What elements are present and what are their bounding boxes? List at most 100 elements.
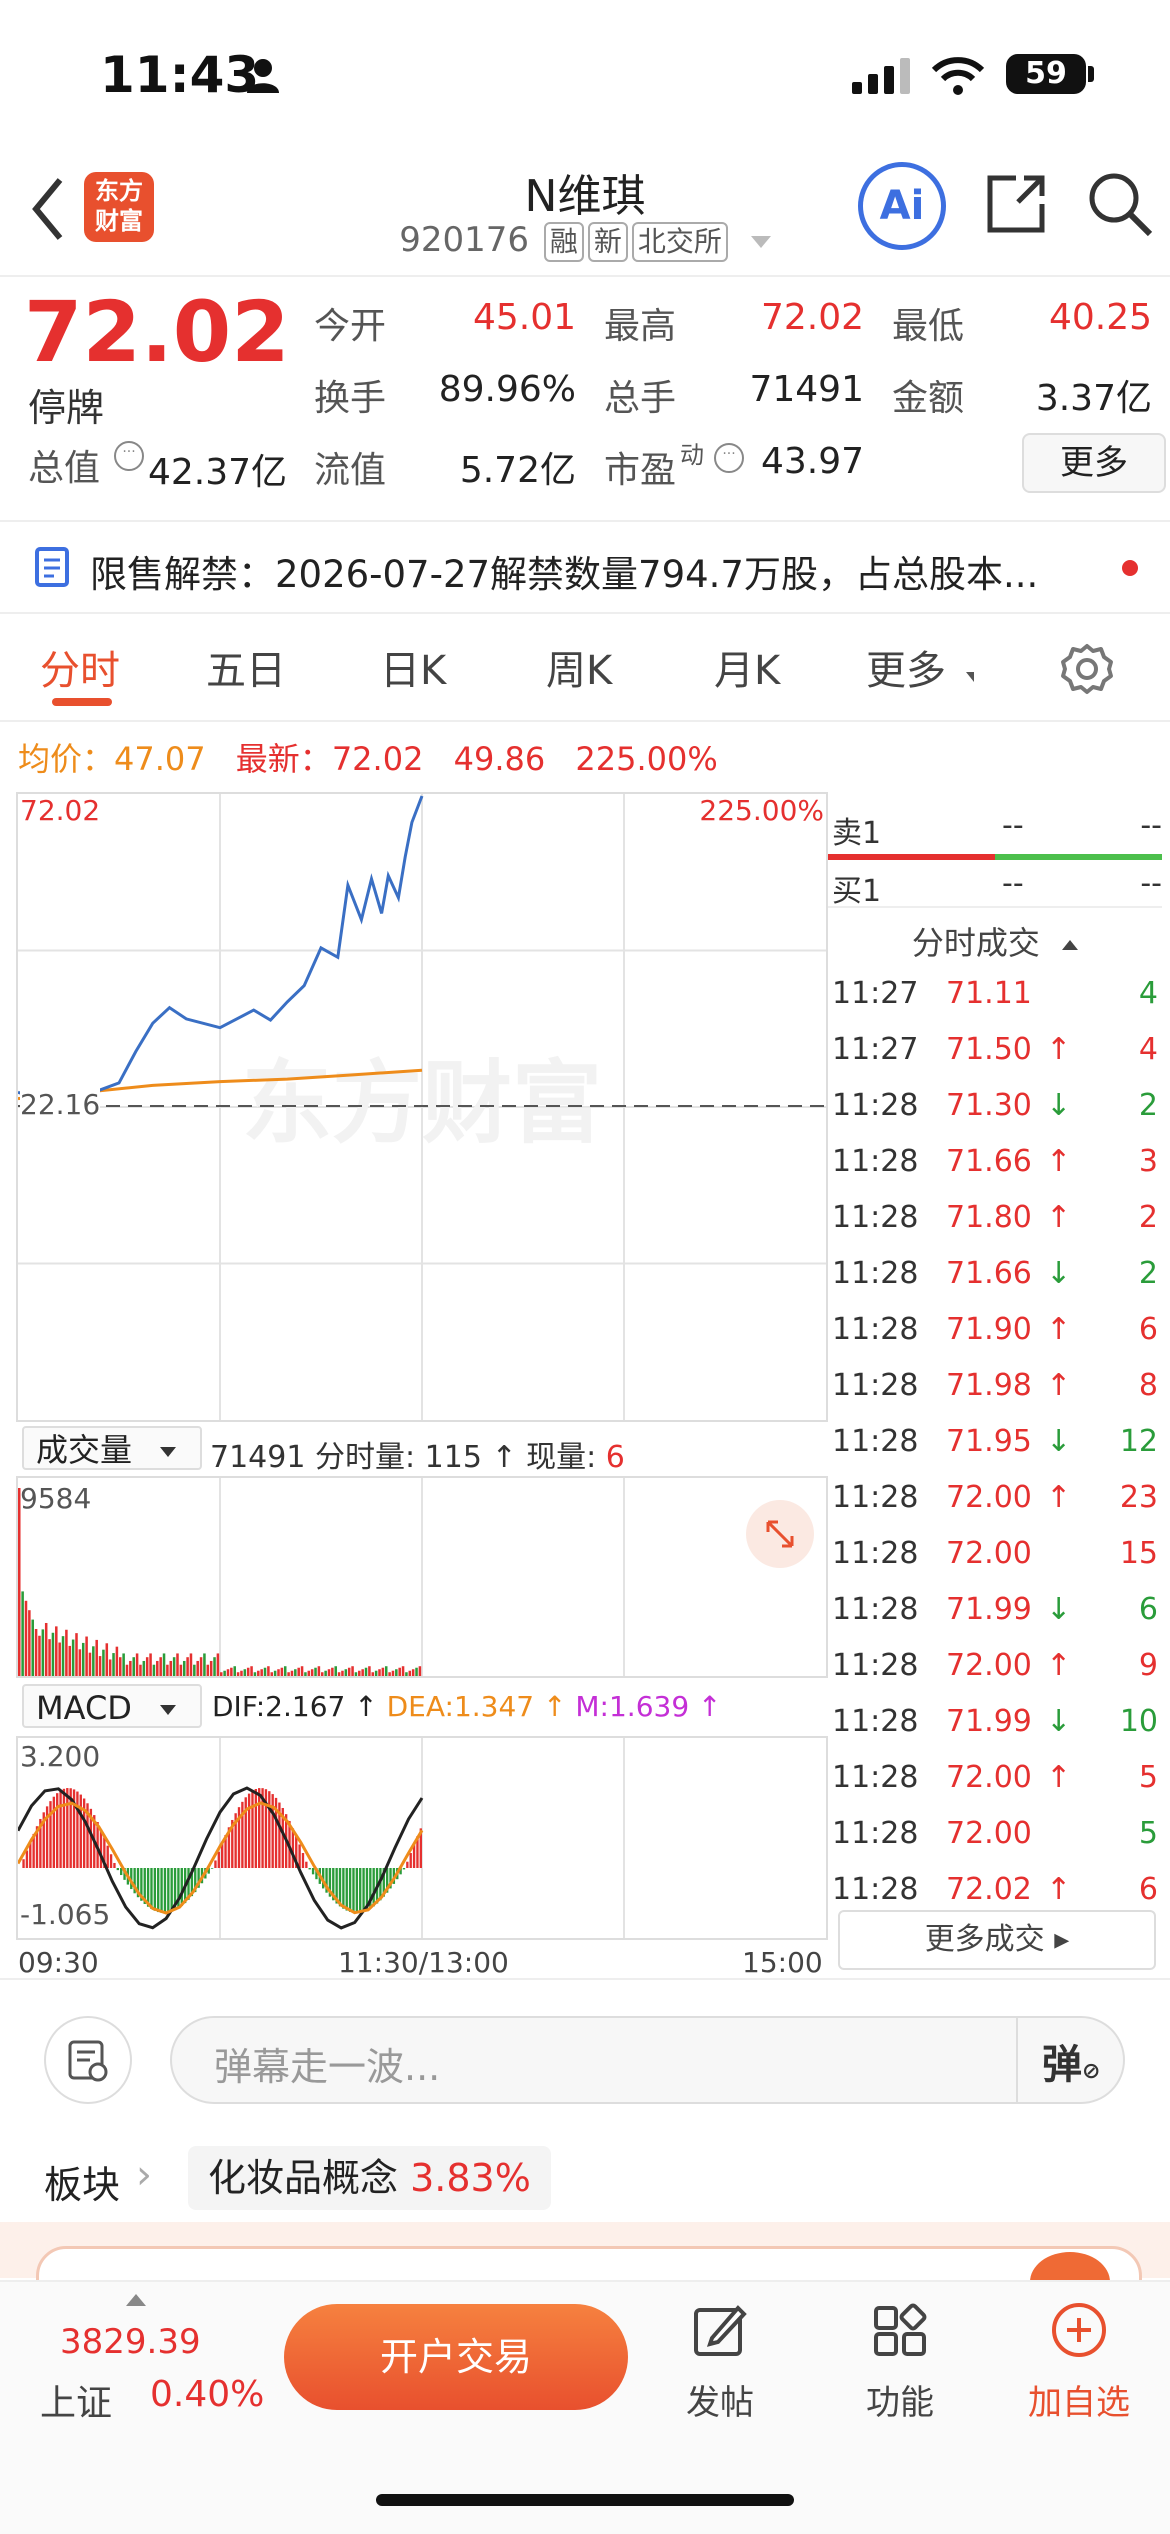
home-indicator xyxy=(376,2494,794,2506)
x-tick-end: 15:00 xyxy=(742,1946,823,1979)
tab-weekly-k[interactable]: 周K xyxy=(546,638,612,696)
index-value[interactable]: 3829.39 xyxy=(60,2322,201,2362)
trade-qty: 2 xyxy=(1138,1200,1158,1235)
amount-value: 3.37亿 xyxy=(1035,378,1152,419)
battery-tip xyxy=(1088,66,1094,82)
trade-time: 11:28 xyxy=(832,1312,919,1347)
notice-text: 限售解禁：2026-07-27解禁数量794.7万股，占总股本... xyxy=(90,553,1039,596)
volume-y-max: 9584 xyxy=(20,1482,92,1515)
settings-icon[interactable] xyxy=(1060,642,1114,700)
trades-header-label: 分时成交 xyxy=(911,924,1040,962)
battery-icon: 59 xyxy=(1006,54,1086,94)
volume-bar xyxy=(331,1667,334,1676)
functions-label: 功能 xyxy=(866,2383,934,2423)
volume-bar xyxy=(206,1664,210,1676)
trade-time: 11:27 xyxy=(832,976,919,1011)
add-circle-icon xyxy=(1052,2303,1106,2357)
wifi-icon xyxy=(930,56,986,100)
volume-bar xyxy=(405,1672,408,1676)
ai-label: Ai xyxy=(879,183,925,229)
volume-bar xyxy=(216,1653,220,1676)
m-arrow-icon: ↑ xyxy=(689,1690,722,1723)
functions-nav-item[interactable]: 功能 xyxy=(840,2300,960,2424)
macd-y-bottom: -1.065 xyxy=(20,1898,111,1931)
volume-bar xyxy=(172,1657,176,1676)
macd-bar xyxy=(109,1854,113,1868)
trade-time: 11:28 xyxy=(832,1144,919,1179)
price-chart-svg: 东方财富 xyxy=(18,794,826,1420)
total-value-label: 总值 xyxy=(28,448,101,489)
danmaku-divider xyxy=(1016,2018,1018,2102)
macd-bar xyxy=(359,1868,362,1913)
volume-bar xyxy=(162,1653,166,1676)
volume-chart[interactable]: 9584 xyxy=(16,1476,828,1678)
danmaku-input[interactable]: 弹幕走一波... 弹⊘ xyxy=(170,2016,1125,2104)
tab-monthly-k[interactable]: 月K xyxy=(714,638,780,696)
trade-price: 71.66 xyxy=(946,1256,1032,1291)
trade-price: 71.11 xyxy=(946,976,1032,1011)
tab-more[interactable]: 更多 xyxy=(866,638,946,696)
sector-label[interactable]: 板块 xyxy=(44,2154,120,2209)
volume-chart-svg xyxy=(18,1478,625,1676)
macd-chart[interactable]: 3.200 -1.065 xyxy=(16,1736,828,1940)
sector-chip[interactable]: 化妆品概念 3.83% xyxy=(188,2146,551,2210)
macd-bar xyxy=(355,1868,359,1913)
macd-bar xyxy=(409,1853,412,1868)
caret-down-icon[interactable] xyxy=(750,235,771,248)
post-nav-item[interactable]: 发帖 xyxy=(660,2300,780,2424)
volume-bar xyxy=(156,1660,159,1676)
trade-direction-icon: ↑ xyxy=(1046,1032,1072,1067)
danmaku-bar: 弹幕走一波... 弹⊘ xyxy=(0,1978,1170,2130)
search-icon[interactable] xyxy=(1084,168,1156,244)
macd-bar xyxy=(311,1868,315,1875)
trade-row: 11:27 71.11 4 xyxy=(828,966,1162,1022)
macd-bar xyxy=(217,1851,220,1868)
volume-bar xyxy=(31,1619,34,1676)
buy1-price: -- xyxy=(1002,866,1024,901)
lockup-notice[interactable]: 限售解禁：2026-07-27解禁数量794.7万股，占总股本... xyxy=(0,520,1170,614)
ai-button[interactable]: Ai xyxy=(858,162,946,250)
dropdown-icon xyxy=(160,1447,177,1457)
volume-bar xyxy=(149,1653,152,1676)
intraday-chart[interactable]: 东方财富 72.02 225.00% 22.16 xyxy=(16,792,828,1422)
index-pct: 0.40% xyxy=(150,2374,265,2415)
macd-selector[interactable]: MACD xyxy=(22,1684,202,1728)
index-name: 上证 xyxy=(40,2383,113,2424)
tab-daily-k[interactable]: 日K xyxy=(380,638,446,696)
volume-bar xyxy=(398,1667,401,1676)
notice-dot xyxy=(1122,560,1138,576)
volume-bar xyxy=(182,1660,186,1676)
info-icon[interactable]: ··· xyxy=(114,441,144,471)
macd-bar xyxy=(56,1793,59,1868)
more-trades-button[interactable]: 更多成交 ▸ xyxy=(838,1910,1156,1970)
macd-bar xyxy=(22,1859,25,1868)
volume-bar xyxy=(65,1629,68,1676)
share-icon[interactable] xyxy=(980,168,1052,244)
expand-icon[interactable] xyxy=(746,1500,814,1568)
trade-time: 11:28 xyxy=(832,1368,919,1403)
add-watchlist-nav-item[interactable]: 加自选 xyxy=(1014,2300,1144,2424)
volume-bar xyxy=(159,1657,162,1676)
tab-active-underline xyxy=(52,698,112,706)
danmaku-send-button[interactable]: 弹⊘ xyxy=(1042,2032,1100,2090)
macd-bar xyxy=(62,1788,66,1868)
open-account-trade-button[interactable]: 开户交易 xyxy=(284,2304,628,2410)
more-quote-button[interactable]: 更多 xyxy=(1022,433,1166,493)
tab-intraday[interactable]: 分时 xyxy=(40,638,120,696)
volume-bar xyxy=(132,1657,135,1676)
macd-bar xyxy=(342,1868,345,1909)
danmaku-list-icon[interactable] xyxy=(44,2016,132,2104)
volume-bar xyxy=(290,1670,294,1676)
trade-time: 11:28 xyxy=(832,1536,919,1571)
chart-y-top-pct: 225.00% xyxy=(699,794,824,827)
volume-bar xyxy=(411,1669,415,1676)
trade-time: 11:28 xyxy=(832,1200,919,1235)
volume-bar xyxy=(354,1672,358,1676)
volume-bar xyxy=(176,1653,179,1676)
trades-header[interactable]: 分时成交 xyxy=(828,918,1162,964)
volume-selector[interactable]: 成交量 xyxy=(22,1426,202,1470)
macd-bar xyxy=(106,1845,109,1868)
macd-dif: DIF:2.167 xyxy=(212,1690,346,1723)
tab-five-day[interactable]: 五日 xyxy=(206,638,286,696)
volume-bar xyxy=(233,1666,236,1676)
